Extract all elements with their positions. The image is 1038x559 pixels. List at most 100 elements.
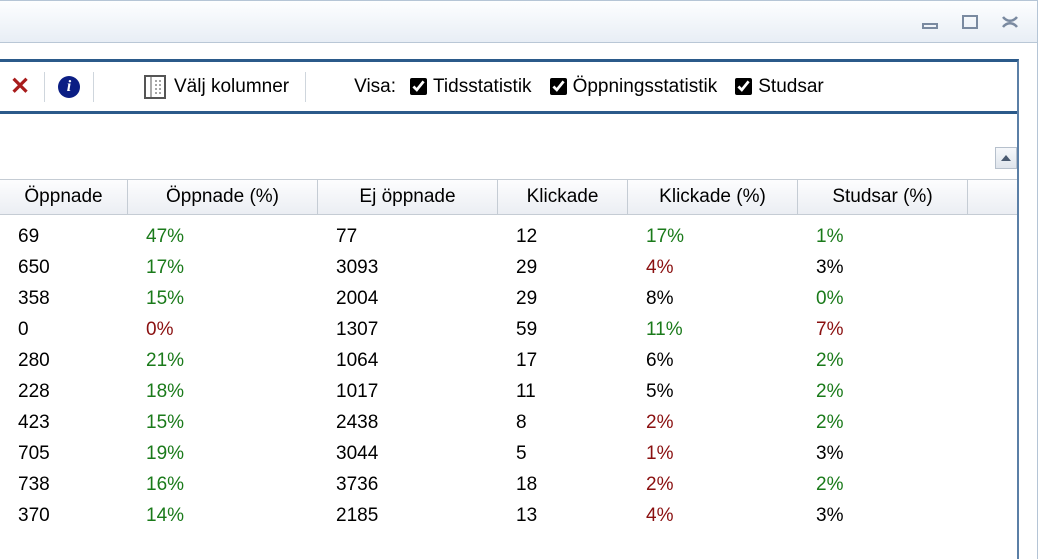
choose-columns-label: Välj kolumner: [174, 76, 289, 98]
close-icon: [1000, 14, 1022, 30]
delete-button[interactable]: ✕: [6, 73, 34, 101]
table-row[interactable]: 22818%1017115%2%: [0, 376, 1017, 407]
column-header-klickade[interactable]: Klickade: [498, 180, 628, 214]
minimize-icon: [921, 15, 941, 29]
cell-klickade-pct: 5%: [628, 381, 798, 403]
checkbox-label: Studsar: [758, 76, 823, 98]
table: Öppnade Öppnade (%) Ej öppnade Klickade …: [0, 147, 1017, 559]
cell-klickade: 29: [498, 257, 628, 279]
table-row[interactable]: 6947%771217%1%: [0, 221, 1017, 252]
cell-klickade-pct: 17%: [628, 226, 798, 248]
cell-oppnade-pct: 19%: [128, 443, 318, 465]
cell-klickade: 17: [498, 350, 628, 372]
table-row[interactable]: 42315%243882%2%: [0, 407, 1017, 438]
choose-columns-button[interactable]: Välj kolumner: [138, 75, 295, 99]
cell-oppnade: 280: [0, 350, 128, 372]
separator: [93, 72, 94, 102]
x-icon: ✕: [10, 72, 30, 101]
cell-ej-oppnade: 3736: [318, 474, 498, 496]
cell-studsar-pct: 2%: [798, 412, 968, 434]
info-button[interactable]: i: [55, 73, 83, 101]
checkbox-input[interactable]: [735, 78, 752, 95]
cell-studsar-pct: 2%: [798, 350, 968, 372]
cell-oppnade-pct: 14%: [128, 505, 318, 527]
cell-oppnade-pct: 47%: [128, 226, 318, 248]
cell-studsar-pct: 3%: [798, 505, 968, 527]
cell-klickade: 18: [498, 474, 628, 496]
cell-oppnade-pct: 21%: [128, 350, 318, 372]
table-row[interactable]: 00%13075911%7%: [0, 314, 1017, 345]
table-row[interactable]: 35815%2004298%0%: [0, 283, 1017, 314]
cell-oppnade-pct: 17%: [128, 257, 318, 279]
checkbox-label: Öppningsstatistik: [573, 76, 718, 98]
cell-oppnade: 370: [0, 505, 128, 527]
cell-klickade: 29: [498, 288, 628, 310]
cell-klickade: 13: [498, 505, 628, 527]
separator: [305, 72, 306, 102]
checkbox-tidsstatistik[interactable]: Tidsstatistik: [406, 76, 536, 98]
cell-ej-oppnade: 2185: [318, 505, 498, 527]
column-header-oppnade-pct[interactable]: Öppnade (%): [128, 180, 318, 214]
cell-oppnade: 228: [0, 381, 128, 403]
cell-oppnade: 0: [0, 319, 128, 341]
toolbar: ✕ i Välj kolumner Visa: Tidsstatistik: [0, 62, 1017, 114]
table-row[interactable]: 28021%1064176%2%: [0, 345, 1017, 376]
cell-oppnade-pct: 0%: [128, 319, 318, 341]
checkbox-oppningsstatistik[interactable]: Öppningsstatistik: [546, 76, 722, 98]
cell-klickade-pct: 4%: [628, 257, 798, 279]
cell-klickade-pct: 11%: [628, 319, 798, 341]
cell-klickade: 8: [498, 412, 628, 434]
cell-studsar-pct: 3%: [798, 257, 968, 279]
visa-group: Visa: Tidsstatistik Öppningsstatistik St…: [354, 76, 828, 98]
checkbox-studsar[interactable]: Studsar: [731, 76, 827, 98]
table-row[interactable]: 37014%2185134%3%: [0, 500, 1017, 531]
close-button[interactable]: [997, 11, 1025, 33]
column-header-ej-oppnade[interactable]: Ej öppnade: [318, 180, 498, 214]
scroll-up-button[interactable]: [995, 147, 1017, 169]
table-row[interactable]: 73816%3736182%2%: [0, 469, 1017, 500]
cell-klickade: 59: [498, 319, 628, 341]
title-bar: [0, 1, 1037, 43]
separator: [44, 72, 45, 102]
table-row[interactable]: 65017%3093294%3%: [0, 252, 1017, 283]
cell-ej-oppnade: 3093: [318, 257, 498, 279]
column-header-studsar-pct[interactable]: Studsar (%): [798, 180, 968, 214]
cell-ej-oppnade: 1307: [318, 319, 498, 341]
cell-oppnade-pct: 15%: [128, 412, 318, 434]
cell-klickade-pct: 8%: [628, 288, 798, 310]
table-row[interactable]: 70519%304451%3%: [0, 438, 1017, 469]
content-frame: ✕ i Välj kolumner Visa: Tidsstatistik: [0, 59, 1019, 559]
cell-studsar-pct: 7%: [798, 319, 968, 341]
cell-klickade: 11: [498, 381, 628, 403]
cell-oppnade-pct: 18%: [128, 381, 318, 403]
minimize-button[interactable]: [917, 11, 945, 33]
column-header-oppnade[interactable]: Öppnade: [0, 180, 128, 214]
column-header-klickade-pct[interactable]: Klickade (%): [628, 180, 798, 214]
cell-oppnade-pct: 16%: [128, 474, 318, 496]
cell-klickade: 5: [498, 443, 628, 465]
maximize-icon: [961, 14, 981, 30]
cell-oppnade: 705: [0, 443, 128, 465]
cell-oppnade: 738: [0, 474, 128, 496]
cell-klickade-pct: 4%: [628, 505, 798, 527]
table-header-row: Öppnade Öppnade (%) Ej öppnade Klickade …: [0, 179, 1017, 215]
cell-klickade: 12: [498, 226, 628, 248]
maximize-button[interactable]: [957, 11, 985, 33]
cell-klickade-pct: 2%: [628, 474, 798, 496]
table-body: 6947%771217%1%65017%3093294%3%35815%2004…: [0, 215, 1017, 531]
checkbox-input[interactable]: [410, 78, 427, 95]
cell-oppnade-pct: 15%: [128, 288, 318, 310]
cell-oppnade: 358: [0, 288, 128, 310]
cell-klickade-pct: 2%: [628, 412, 798, 434]
cell-oppnade: 423: [0, 412, 128, 434]
cell-ej-oppnade: 3044: [318, 443, 498, 465]
cell-ej-oppnade: 77: [318, 226, 498, 248]
cell-ej-oppnade: 2004: [318, 288, 498, 310]
cell-studsar-pct: 2%: [798, 381, 968, 403]
cell-ej-oppnade: 1064: [318, 350, 498, 372]
cell-studsar-pct: 2%: [798, 474, 968, 496]
columns-icon: [144, 75, 166, 99]
checkbox-label: Tidsstatistik: [433, 76, 532, 98]
checkbox-input[interactable]: [550, 78, 567, 95]
info-icon: i: [58, 76, 80, 98]
